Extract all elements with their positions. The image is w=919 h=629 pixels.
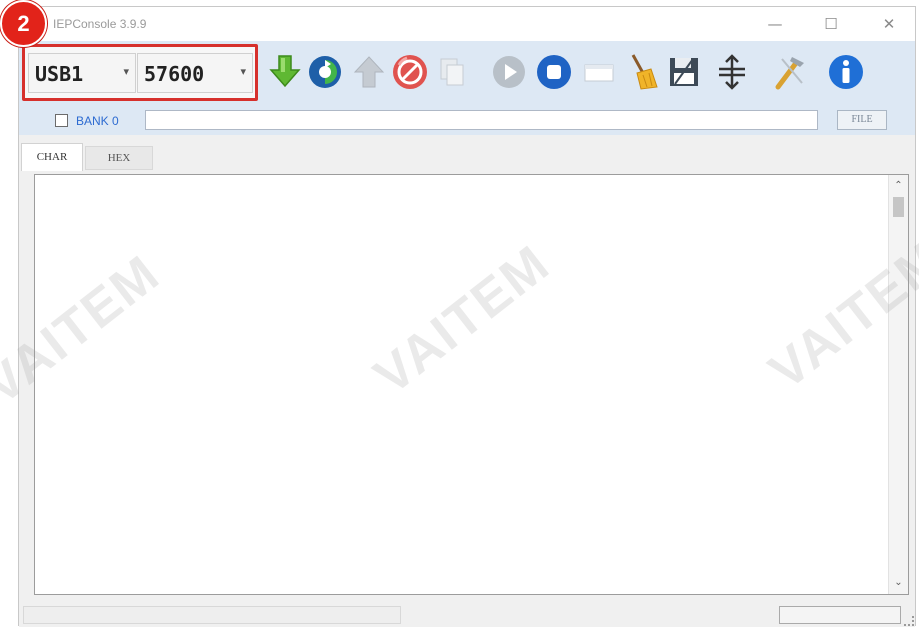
port-select[interactable]: USB1 ▾ (28, 53, 136, 93)
broom-icon[interactable] (623, 52, 661, 92)
maximize-button[interactable]: ☐ (811, 11, 851, 37)
play-icon[interactable] (490, 52, 528, 92)
file-path-input[interactable] (145, 110, 818, 130)
bank-checkbox[interactable] (55, 114, 68, 127)
console-output[interactable]: ⌃ ⌄ (34, 174, 909, 595)
step-badge: 2 (0, 0, 47, 47)
upload-arrow-icon[interactable] (350, 52, 388, 92)
title-bar: IEPConsole 3.9.9 — ☐ ✕ (19, 7, 915, 41)
tab-bar: CHAR HEX (19, 140, 915, 171)
tab-char[interactable]: CHAR (21, 143, 83, 171)
close-button[interactable]: ✕ (869, 11, 909, 37)
baud-value: 57600 (144, 62, 205, 86)
baud-rate-select[interactable]: 57600 ▾ (137, 53, 253, 93)
tab-hex[interactable]: HEX (85, 146, 153, 170)
bank-label: BANK 0 (76, 114, 119, 128)
toolbar: USB1 ▾ 57600 ▾ (19, 41, 915, 108)
resize-grip-icon[interactable] (904, 616, 914, 626)
chevron-down-icon: ▾ (240, 65, 246, 78)
stop-square-icon[interactable] (535, 52, 573, 92)
connection-settings-highlight: USB1 ▾ 57600 ▾ (22, 44, 258, 101)
copy-icon[interactable] (433, 52, 471, 92)
bank-bar: BANK 0 FILE (19, 107, 915, 135)
window-title: IEPConsole 3.9.9 (53, 17, 147, 31)
download-arrow-icon[interactable] (265, 52, 303, 92)
scroll-up-icon[interactable]: ⌃ (889, 177, 908, 195)
chevron-down-icon: ▾ (123, 65, 129, 78)
status-bar (19, 603, 915, 627)
file-button[interactable]: FILE (837, 110, 887, 130)
port-value: USB1 (35, 62, 84, 86)
stop-icon[interactable] (391, 52, 429, 92)
resize-vertical-icon[interactable] (713, 52, 751, 92)
minimize-button[interactable]: — (755, 11, 795, 37)
status-panel-left (23, 606, 401, 624)
save-icon[interactable] (665, 52, 703, 92)
scroll-thumb[interactable] (893, 197, 904, 217)
scroll-down-icon[interactable]: ⌄ (889, 574, 908, 592)
vertical-scrollbar[interactable]: ⌃ ⌄ (888, 175, 908, 594)
tools-icon[interactable] (771, 52, 809, 92)
status-panel-right (779, 606, 901, 624)
blank-page-icon[interactable] (580, 52, 618, 92)
refresh-icon[interactable] (306, 52, 344, 92)
info-icon[interactable] (827, 52, 865, 92)
